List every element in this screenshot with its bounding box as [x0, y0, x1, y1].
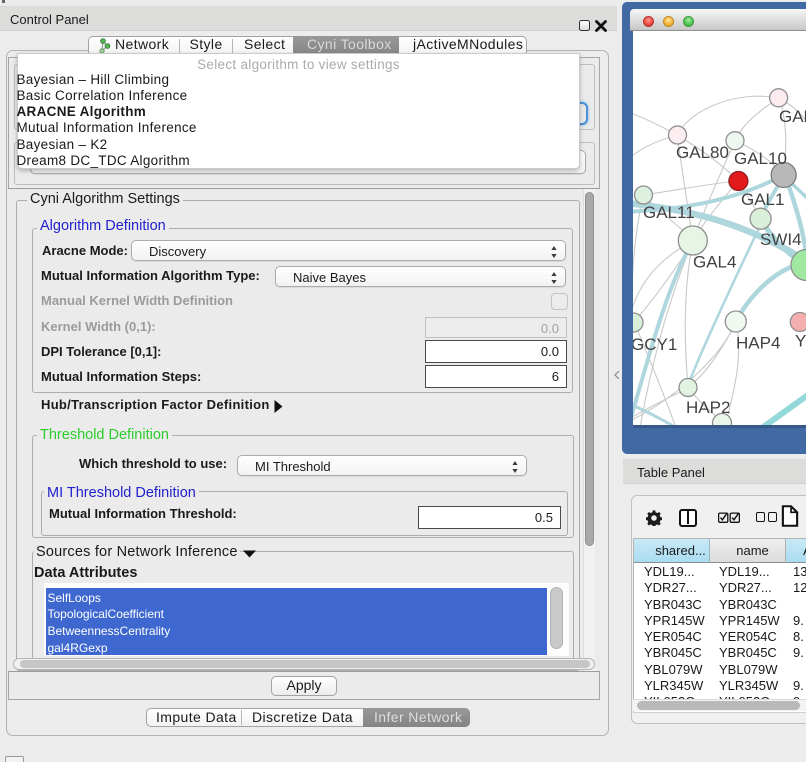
svg-text:GAL80: GAL80 [676, 143, 729, 162]
svg-text:GAL7: GAL7 [779, 107, 806, 126]
svg-text:GAL4: GAL4 [693, 253, 736, 272]
svg-text:SWI4: SWI4 [760, 230, 802, 249]
svg-text:GAL11: GAL11 [643, 203, 695, 222]
svg-text:GCY1: GCY1 [633, 335, 677, 354]
svg-text:HAP2: HAP2 [686, 398, 730, 417]
svg-text:GAL1: GAL1 [741, 190, 784, 209]
svg-text:GAL10: GAL10 [734, 149, 787, 168]
svg-text:HAP4: HAP4 [736, 334, 780, 353]
svg-text:Y: Y [795, 332, 806, 351]
